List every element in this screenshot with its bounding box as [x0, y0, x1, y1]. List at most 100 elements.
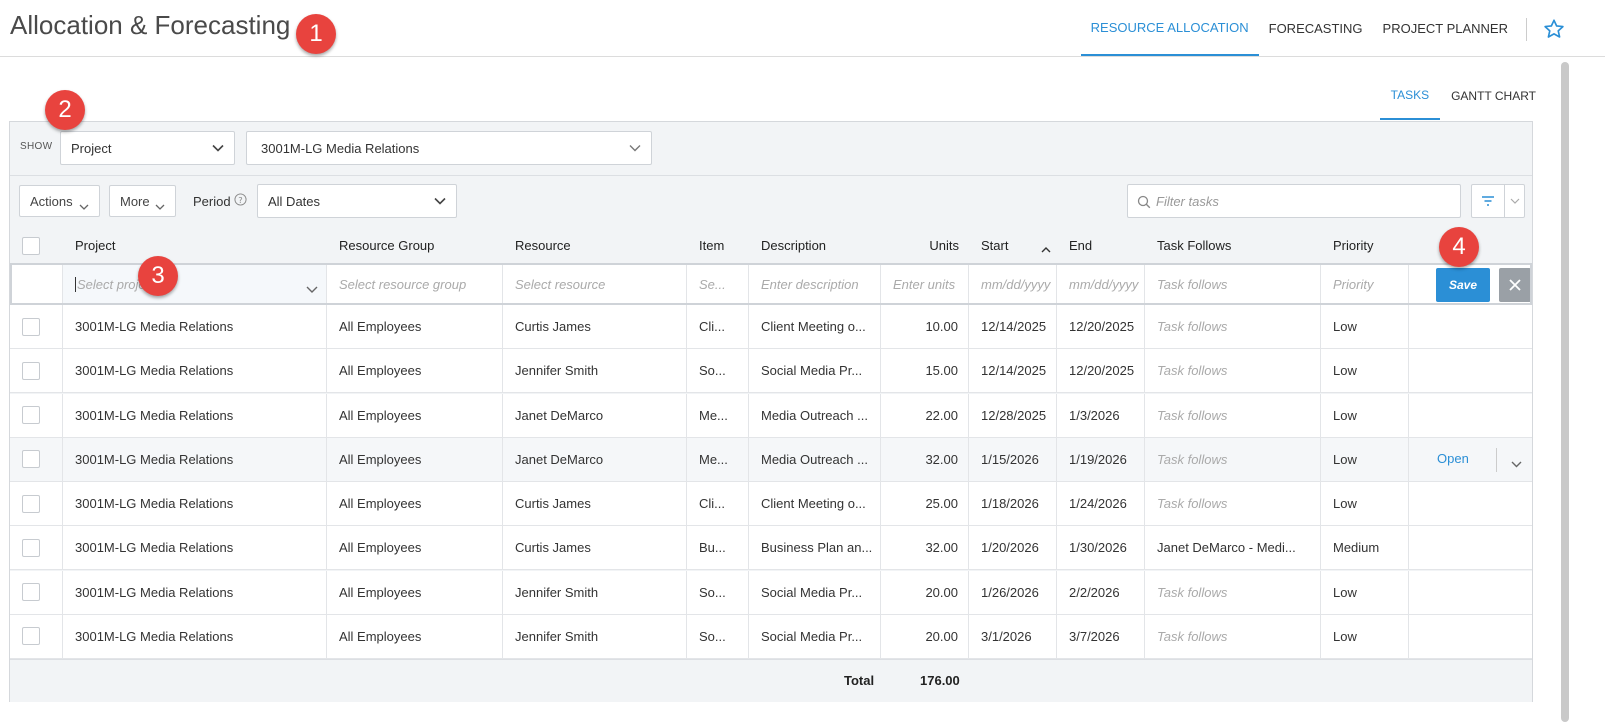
row-resource[interactable]: Curtis James: [503, 482, 687, 525]
row-resource-group[interactable]: All Employees: [327, 305, 503, 348]
row-item[interactable]: Me...: [687, 393, 749, 437]
column-header-end[interactable]: End: [1057, 228, 1145, 263]
subtab-gantt-chart[interactable]: GANTT CHART: [1440, 72, 1547, 120]
row-task-follows[interactable]: Task follows: [1145, 570, 1321, 614]
tab-forecasting[interactable]: FORECASTING: [1259, 0, 1373, 56]
row-start-date[interactable]: 1/15/2026: [969, 437, 1057, 481]
chevron-down-icon[interactable]: [1511, 456, 1522, 471]
column-header-item[interactable]: Item: [687, 228, 749, 263]
new-item-select[interactable]: Se...: [687, 265, 749, 303]
row-resource[interactable]: Jennifer Smith: [503, 570, 687, 614]
row-start-date[interactable]: 12/28/2025: [969, 393, 1057, 437]
column-header-resource[interactable]: Resource: [503, 228, 687, 263]
row-start-date[interactable]: 12/14/2025: [969, 305, 1057, 348]
row-start-date[interactable]: 12/14/2025: [969, 349, 1057, 393]
row-units[interactable]: 25.00: [881, 482, 969, 525]
subtab-tasks[interactable]: TASKS: [1379, 72, 1441, 120]
tab-project-planner[interactable]: PROJECT PLANNER: [1373, 0, 1518, 56]
row-task-follows[interactable]: Janet DeMarco - Medi...: [1145, 526, 1321, 570]
actions-button[interactable]: Actions: [19, 185, 100, 217]
row-item[interactable]: Cli...: [687, 482, 749, 525]
row-end-date[interactable]: 1/3/2026: [1057, 393, 1145, 437]
select-all-checkbox[interactable]: [22, 236, 40, 255]
table-row[interactable]: 3001M-LG Media Relations All Employees Cur…: [10, 305, 1532, 349]
new-start-date-input[interactable]: mm/dd/yyyy: [969, 265, 1057, 303]
column-header-task-follows[interactable]: Task Follows: [1145, 228, 1321, 263]
row-units[interactable]: 22.00: [881, 393, 969, 437]
row-priority[interactable]: Low: [1321, 437, 1409, 481]
row-end-date[interactable]: 1/24/2026: [1057, 482, 1145, 525]
row-description[interactable]: Client Meeting o...: [749, 482, 881, 525]
new-resource-select[interactable]: Select resource: [503, 265, 687, 303]
row-project[interactable]: 3001M-LG Media Relations: [63, 305, 327, 348]
row-item[interactable]: Bu...: [687, 526, 749, 570]
row-start-date[interactable]: 1/20/2026: [969, 526, 1057, 570]
row-checkbox[interactable]: [22, 583, 40, 601]
row-checkbox[interactable]: [22, 450, 40, 469]
row-task-follows[interactable]: Task follows: [1145, 305, 1321, 348]
row-task-follows[interactable]: Task follows: [1145, 349, 1321, 393]
row-units[interactable]: 10.00: [881, 305, 969, 348]
row-end-date[interactable]: 1/19/2026: [1057, 437, 1145, 481]
table-row[interactable]: 3001M-LG Media Relations All Employees Jen…: [10, 570, 1532, 615]
row-project[interactable]: 3001M-LG Media Relations: [63, 570, 327, 614]
row-description[interactable]: Social Media Pr...: [749, 614, 881, 658]
row-resource-group[interactable]: All Employees: [327, 393, 503, 437]
row-item[interactable]: So...: [687, 570, 749, 614]
row-priority[interactable]: Low: [1321, 393, 1409, 437]
row-units[interactable]: 32.00: [881, 526, 969, 570]
row-end-date[interactable]: 12/20/2025: [1057, 305, 1145, 348]
table-row[interactable]: 3001M-LG Media Relations All Employees Jan…: [10, 393, 1532, 438]
row-task-follows[interactable]: Task follows: [1145, 614, 1321, 658]
row-description[interactable]: Media Outreach ...: [749, 393, 881, 437]
project-select[interactable]: 3001M-LG Media Relations: [246, 131, 652, 165]
row-start-date[interactable]: 3/1/2026: [969, 614, 1057, 658]
row-project[interactable]: 3001M-LG Media Relations: [63, 614, 327, 658]
row-units[interactable]: 20.00: [881, 614, 969, 658]
row-end-date[interactable]: 1/30/2026: [1057, 526, 1145, 570]
row-priority[interactable]: Low: [1321, 614, 1409, 658]
row-start-date[interactable]: 1/18/2026: [969, 482, 1057, 525]
row-item[interactable]: So...: [687, 614, 749, 658]
row-description[interactable]: Social Media Pr...: [749, 570, 881, 614]
new-resource-group-select[interactable]: Select resource group: [327, 265, 503, 303]
row-resource-group[interactable]: All Employees: [327, 526, 503, 570]
table-row[interactable]: 3001M-LG Media Relations All Employees Jen…: [10, 614, 1532, 659]
row-description[interactable]: Social Media Pr...: [749, 349, 881, 393]
row-resource[interactable]: Janet DeMarco: [503, 393, 687, 437]
row-end-date[interactable]: 3/7/2026: [1057, 614, 1145, 658]
row-start-date[interactable]: 1/26/2026: [969, 570, 1057, 614]
row-units[interactable]: 32.00: [881, 437, 969, 481]
save-button[interactable]: Save: [1436, 268, 1490, 302]
filter-tasks-input[interactable]: Filter tasks: [1127, 184, 1461, 218]
row-item[interactable]: Cli...: [687, 305, 749, 348]
row-resource[interactable]: Jennifer Smith: [503, 614, 687, 658]
row-item[interactable]: So...: [687, 349, 749, 393]
row-checkbox[interactable]: [22, 627, 40, 646]
row-task-follows[interactable]: Task follows: [1145, 437, 1321, 481]
row-resource-group[interactable]: All Employees: [327, 570, 503, 614]
row-item[interactable]: Me...: [687, 437, 749, 481]
column-header-description[interactable]: Description: [749, 228, 881, 263]
filter-icon[interactable]: [1472, 185, 1505, 217]
row-description[interactable]: Media Outreach ...: [749, 437, 881, 481]
row-checkbox[interactable]: [22, 494, 40, 513]
column-header-project[interactable]: Project: [63, 228, 327, 263]
row-units[interactable]: 15.00: [881, 349, 969, 393]
row-units[interactable]: 20.00: [881, 570, 969, 614]
new-units-input[interactable]: Enter units: [881, 265, 969, 303]
close-icon[interactable]: [1499, 268, 1530, 302]
column-header-units[interactable]: Units: [881, 228, 969, 263]
row-resource[interactable]: Jennifer Smith: [503, 349, 687, 393]
row-resource[interactable]: Curtis James: [503, 526, 687, 570]
row-end-date[interactable]: 12/20/2025: [1057, 349, 1145, 393]
row-priority[interactable]: Low: [1321, 349, 1409, 393]
row-project[interactable]: 3001M-LG Media Relations: [63, 393, 327, 437]
sort-ascending-icon[interactable]: [1041, 241, 1051, 256]
open-task-link[interactable]: Open: [1437, 451, 1469, 466]
period-select[interactable]: All Dates: [257, 184, 457, 218]
row-resource[interactable]: Curtis James: [503, 305, 687, 348]
row-end-date[interactable]: 2/2/2026: [1057, 570, 1145, 614]
new-end-date-input[interactable]: mm/dd/yyyy: [1057, 265, 1145, 303]
row-checkbox[interactable]: [22, 538, 40, 557]
